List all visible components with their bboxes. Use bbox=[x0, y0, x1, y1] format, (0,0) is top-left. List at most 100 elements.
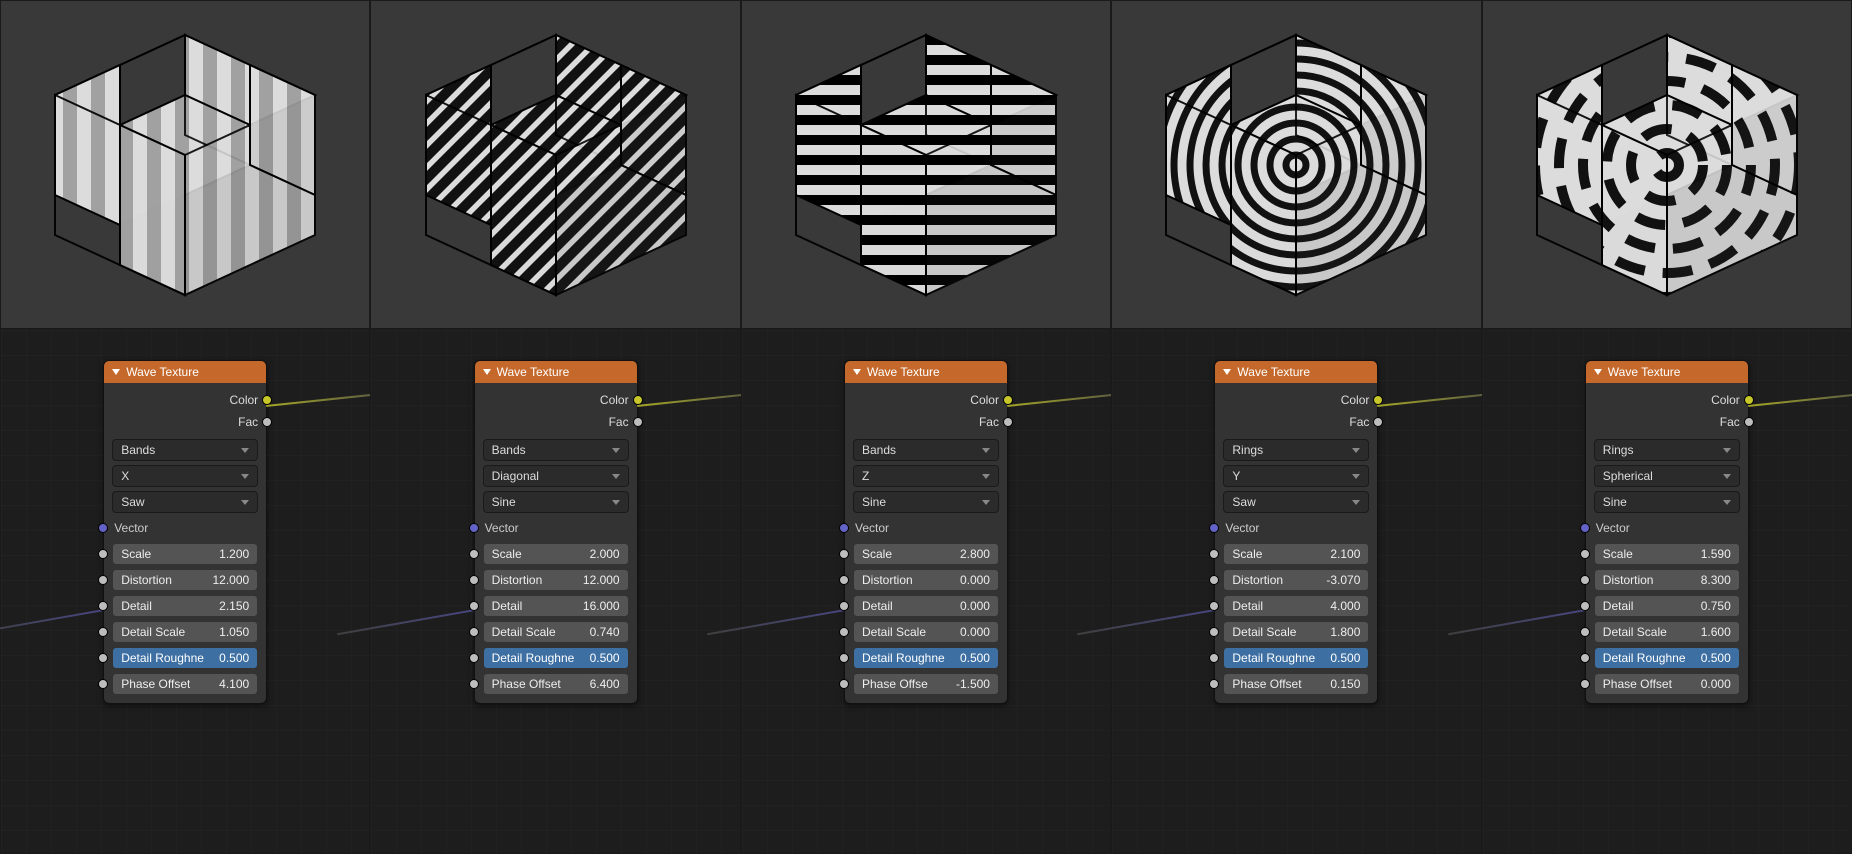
socket-grey-icon[interactable] bbox=[1209, 549, 1219, 559]
node-header[interactable]: Wave Texture bbox=[104, 361, 266, 383]
socket-vector-icon[interactable] bbox=[1209, 523, 1219, 533]
detail_scale-row[interactable]: Detail Scale 1.600 bbox=[1594, 621, 1740, 643]
detail_roughness-field[interactable]: Detail Roughne 0.500 bbox=[483, 647, 629, 669]
detail_scale-row[interactable]: Detail Scale 1.050 bbox=[112, 621, 258, 643]
phase-offset-field[interactable]: Phase Offset 4.100 bbox=[112, 673, 258, 695]
phase-offset-row[interactable]: Phase Offset 0.000 bbox=[1594, 673, 1740, 695]
output-color[interactable]: Color bbox=[483, 389, 629, 411]
distortion-row[interactable]: Distortion -3.070 bbox=[1223, 569, 1369, 591]
direction-select[interactable]: Y bbox=[1223, 465, 1369, 487]
scale-field[interactable]: Scale 1.590 bbox=[1594, 543, 1740, 565]
node-header[interactable]: Wave Texture bbox=[475, 361, 637, 383]
socket-vector-icon[interactable] bbox=[98, 523, 108, 533]
phase-offset-field[interactable]: Phase Offset 6.400 bbox=[483, 673, 629, 695]
wave-type-select[interactable]: Bands bbox=[112, 439, 258, 461]
detail_scale-row[interactable]: Detail Scale 0.000 bbox=[853, 621, 999, 643]
distortion-row[interactable]: Distortion 12.000 bbox=[112, 569, 258, 591]
node-header[interactable]: Wave Texture bbox=[845, 361, 1007, 383]
direction-select[interactable]: Diagonal bbox=[483, 465, 629, 487]
direction-select[interactable]: X bbox=[112, 465, 258, 487]
socket-grey-icon[interactable] bbox=[1580, 575, 1590, 585]
detail_roughness-field[interactable]: Detail Roughne 0.500 bbox=[1223, 647, 1369, 669]
detail_roughness-row[interactable]: Detail Roughne 0.500 bbox=[1223, 647, 1369, 669]
phase-offset-row[interactable]: Phase Offset 4.100 bbox=[112, 673, 258, 695]
output-color[interactable]: Color bbox=[1594, 389, 1740, 411]
scale-row[interactable]: Scale 1.590 bbox=[1594, 543, 1740, 565]
detail-field[interactable]: Detail 4.000 bbox=[1223, 595, 1369, 617]
socket-fac-icon[interactable] bbox=[1003, 417, 1013, 427]
vector-input[interactable]: Vector bbox=[483, 517, 629, 539]
phase-offset-row[interactable]: Phase Offset 6.400 bbox=[483, 673, 629, 695]
socket-grey-icon[interactable] bbox=[98, 679, 108, 689]
vector-input[interactable]: Vector bbox=[1223, 517, 1369, 539]
node-editor-2[interactable]: Wave Texture Color Fac Bands Z Sine bbox=[741, 329, 1111, 854]
socket-grey-icon[interactable] bbox=[1580, 627, 1590, 637]
socket-fac-icon[interactable] bbox=[633, 417, 643, 427]
collapse-icon[interactable] bbox=[1223, 369, 1231, 375]
detail_scale-row[interactable]: Detail Scale 1.800 bbox=[1223, 621, 1369, 643]
distortion-row[interactable]: Distortion 12.000 bbox=[483, 569, 629, 591]
wave-type-select[interactable]: Bands bbox=[853, 439, 999, 461]
detail_scale-field[interactable]: Detail Scale 1.600 bbox=[1594, 621, 1740, 643]
output-fac[interactable]: Fac bbox=[1594, 411, 1740, 433]
socket-color-icon[interactable] bbox=[633, 395, 643, 405]
collapse-icon[interactable] bbox=[853, 369, 861, 375]
output-color[interactable]: Color bbox=[853, 389, 999, 411]
collapse-icon[interactable] bbox=[112, 369, 120, 375]
output-color[interactable]: Color bbox=[1223, 389, 1369, 411]
detail-row[interactable]: Detail 4.000 bbox=[1223, 595, 1369, 617]
collapse-icon[interactable] bbox=[483, 369, 491, 375]
phase-offset-field[interactable]: Phase Offset 0.000 bbox=[1594, 673, 1740, 695]
distortion-field[interactable]: Distortion 12.000 bbox=[112, 569, 258, 591]
output-fac[interactable]: Fac bbox=[483, 411, 629, 433]
socket-grey-icon[interactable] bbox=[839, 627, 849, 637]
scale-row[interactable]: Scale 2.800 bbox=[853, 543, 999, 565]
wave-texture-node[interactable]: Wave Texture Color Fac Rings Y Saw bbox=[1214, 360, 1378, 704]
socket-grey-icon[interactable] bbox=[98, 627, 108, 637]
scale-row[interactable]: Scale 2.000 bbox=[483, 543, 629, 565]
phase-offset-row[interactable]: Phase Offset 0.150 bbox=[1223, 673, 1369, 695]
detail-row[interactable]: Detail 0.750 bbox=[1594, 595, 1740, 617]
detail_roughness-field[interactable]: Detail Roughne 0.500 bbox=[112, 647, 258, 669]
output-fac[interactable]: Fac bbox=[853, 411, 999, 433]
socket-grey-icon[interactable] bbox=[839, 653, 849, 663]
node-header[interactable]: Wave Texture bbox=[1215, 361, 1377, 383]
socket-fac-icon[interactable] bbox=[1373, 417, 1383, 427]
detail_scale-field[interactable]: Detail Scale 1.800 bbox=[1223, 621, 1369, 643]
wave-texture-node[interactable]: Wave Texture Color Fac Bands X Saw bbox=[103, 360, 267, 704]
socket-color-icon[interactable] bbox=[1744, 395, 1754, 405]
distortion-field[interactable]: Distortion 0.000 bbox=[853, 569, 999, 591]
wave-texture-node[interactable]: Wave Texture Color Fac Rings Spherical S… bbox=[1585, 360, 1749, 704]
detail-row[interactable]: Detail 0.000 bbox=[853, 595, 999, 617]
socket-grey-icon[interactable] bbox=[1209, 627, 1219, 637]
profile-select[interactable]: Sine bbox=[1594, 491, 1740, 513]
output-color[interactable]: Color bbox=[112, 389, 258, 411]
socket-grey-icon[interactable] bbox=[469, 549, 479, 559]
distortion-field[interactable]: Distortion 12.000 bbox=[483, 569, 629, 591]
detail_scale-field[interactable]: Detail Scale 0.000 bbox=[853, 621, 999, 643]
socket-grey-icon[interactable] bbox=[469, 601, 479, 611]
node-editor-3[interactable]: Wave Texture Color Fac Rings Y Saw bbox=[1111, 329, 1481, 854]
wave-type-select[interactable]: Rings bbox=[1223, 439, 1369, 461]
detail_roughness-field[interactable]: Detail Roughne 0.500 bbox=[1594, 647, 1740, 669]
socket-grey-icon[interactable] bbox=[1580, 679, 1590, 689]
socket-grey-icon[interactable] bbox=[1209, 653, 1219, 663]
detail_roughness-field[interactable]: Detail Roughne 0.500 bbox=[853, 647, 999, 669]
socket-vector-icon[interactable] bbox=[469, 523, 479, 533]
profile-select[interactable]: Sine bbox=[483, 491, 629, 513]
socket-grey-icon[interactable] bbox=[469, 627, 479, 637]
detail_roughness-row[interactable]: Detail Roughne 0.500 bbox=[1594, 647, 1740, 669]
distortion-field[interactable]: Distortion -3.070 bbox=[1223, 569, 1369, 591]
detail_scale-row[interactable]: Detail Scale 0.740 bbox=[483, 621, 629, 643]
socket-fac-icon[interactable] bbox=[1744, 417, 1754, 427]
detail-field[interactable]: Detail 0.000 bbox=[853, 595, 999, 617]
vector-input[interactable]: Vector bbox=[1594, 517, 1740, 539]
node-editor-0[interactable]: Wave Texture Color Fac Bands X Saw bbox=[0, 329, 370, 854]
scale-row[interactable]: Scale 2.100 bbox=[1223, 543, 1369, 565]
socket-grey-icon[interactable] bbox=[1580, 549, 1590, 559]
detail_scale-field[interactable]: Detail Scale 1.050 bbox=[112, 621, 258, 643]
socket-grey-icon[interactable] bbox=[839, 549, 849, 559]
detail-row[interactable]: Detail 16.000 bbox=[483, 595, 629, 617]
socket-grey-icon[interactable] bbox=[1209, 601, 1219, 611]
output-fac[interactable]: Fac bbox=[112, 411, 258, 433]
